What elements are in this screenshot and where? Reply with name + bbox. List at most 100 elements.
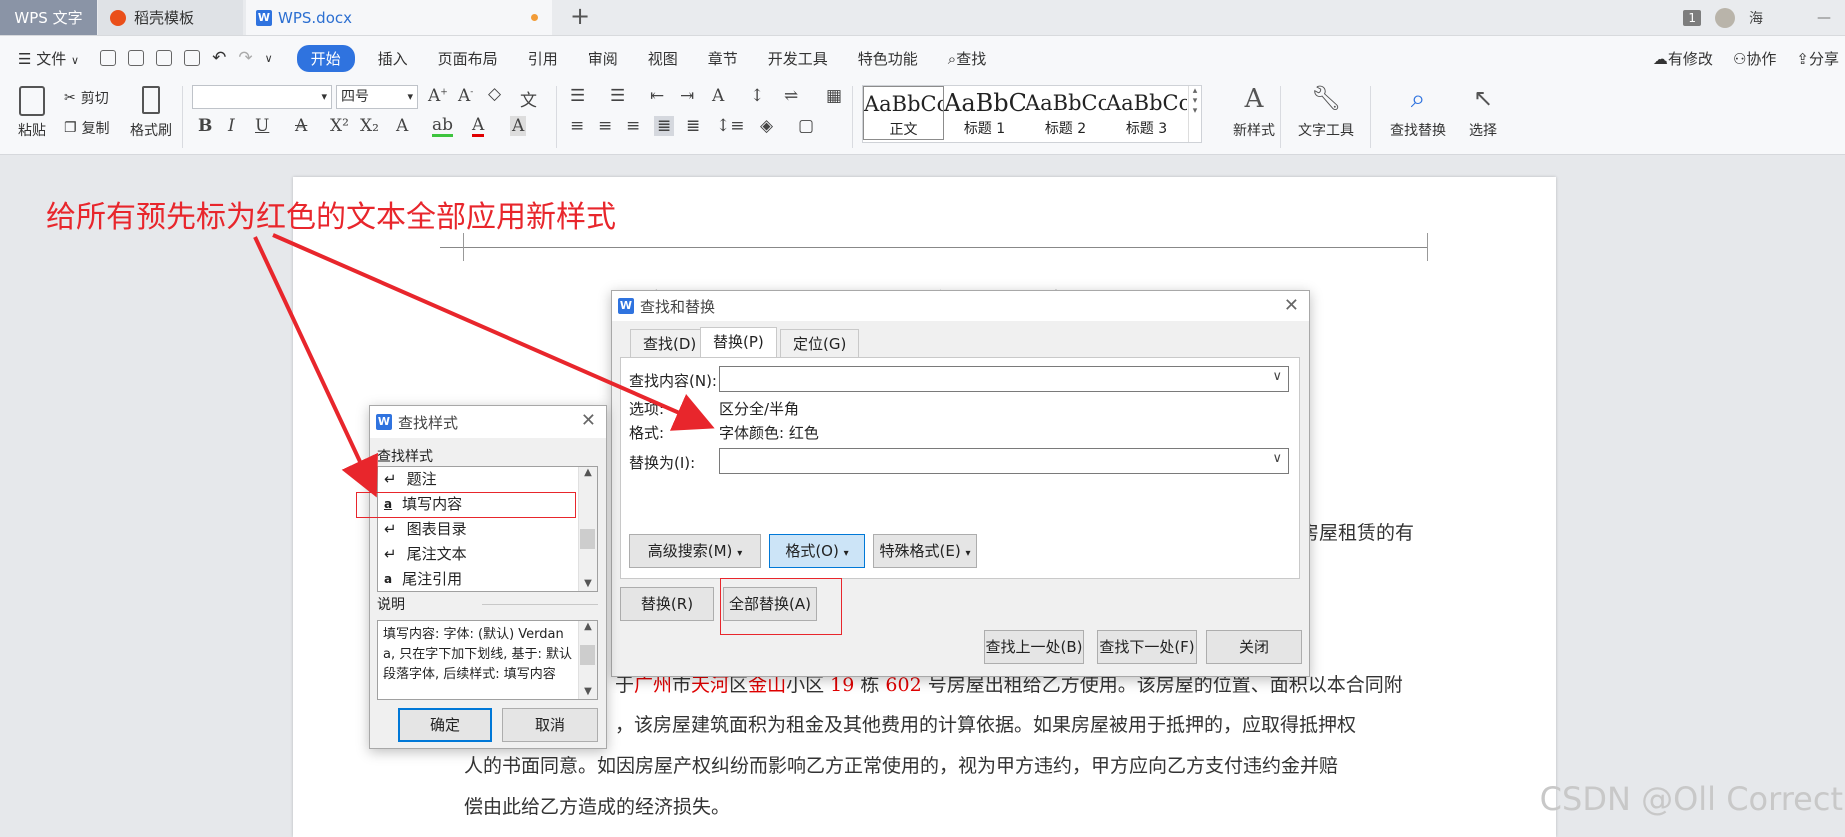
highlight-icon[interactable]: ab	[432, 116, 454, 137]
tab-references[interactable]: 引用	[513, 48, 573, 69]
tab-chapter[interactable]: 章节	[693, 48, 753, 69]
ok-button[interactable]: 确定	[398, 708, 492, 742]
tab-find[interactable]: 查找(D)	[630, 329, 710, 358]
style-heading-2[interactable]: AaBbCc 标题 2	[1025, 86, 1106, 142]
print-icon[interactable]	[156, 50, 173, 66]
search-command[interactable]: ⌕查找	[933, 48, 1001, 69]
line-spacing-icon[interactable]: ↕≡	[716, 116, 745, 136]
font-color-icon[interactable]: A	[472, 116, 485, 137]
justify-icon[interactable]: ≣	[654, 116, 675, 136]
font-size-select[interactable]: 四号 ▾	[336, 85, 418, 109]
find-replace-button[interactable]: ⌕ 查找替换	[1380, 84, 1456, 140]
paragraph-shading-icon[interactable]: ◈	[760, 116, 773, 136]
style-heading-3[interactable]: AaBbCc 标题 3	[1106, 86, 1187, 142]
new-tab-button[interactable]: +	[570, 2, 590, 30]
tab-home[interactable]: 开始	[296, 44, 355, 72]
print-preview-icon[interactable]	[184, 50, 201, 66]
align-center-icon[interactable]: ≡	[598, 116, 612, 136]
italic-icon[interactable]: I	[228, 116, 235, 136]
customize-chevron-icon[interactable]: ∨	[265, 52, 273, 65]
numbered-list-icon[interactable]: ☰	[610, 86, 625, 106]
user-name[interactable]: 海	[1749, 8, 1763, 28]
tab-developer[interactable]: 开发工具	[753, 48, 843, 69]
close-icon[interactable]: ✕	[581, 410, 596, 431]
line-break-icon[interactable]: ⇌	[784, 86, 798, 106]
format-painter-button[interactable]: 格式刷	[126, 86, 176, 140]
text-tools-button[interactable]: 🔧︎ 文字工具	[1290, 84, 1362, 140]
grow-font-icon[interactable]: A+	[428, 86, 448, 106]
chevron-down-icon[interactable]: ∨	[1272, 369, 1282, 384]
underline-icon[interactable]: U	[255, 116, 269, 136]
close-button[interactable]: 关闭	[1206, 630, 1302, 664]
superscript-icon[interactable]: X²	[330, 116, 349, 136]
scroll-down-icon[interactable]: ▼	[579, 686, 597, 697]
tab-goto[interactable]: 定位(G)	[780, 329, 860, 358]
style-gallery-scroll[interactable]: ▴ ▾ ▾	[1188, 86, 1201, 142]
save-icon[interactable]	[100, 50, 117, 66]
tab-daoke-templates[interactable]: 稻壳模板	[98, 0, 243, 35]
body-line-fragment[interactable]: 房屋租赁的有	[1300, 518, 1414, 545]
char-shading-icon[interactable]: A	[510, 116, 527, 136]
window-count-badge[interactable]: 1	[1683, 9, 1701, 26]
copy-button[interactable]: ❐ 复制	[64, 118, 110, 138]
tab-page-layout[interactable]: 页面布局	[423, 48, 513, 69]
revision-button[interactable]: ☁有修改	[1653, 48, 1713, 69]
special-format-button[interactable]: 特殊格式(E) ▾	[873, 534, 977, 568]
phonetic-icon[interactable]: 文	[520, 86, 537, 111]
scroll-down-icon[interactable]: ▼	[579, 578, 597, 589]
advanced-search-button[interactable]: 高级搜索(M) ▾	[629, 534, 761, 568]
body-line[interactable]: ，该房屋建筑面积为租金及其他费用的计算依据。如果房屋被用于抵押的，应取得抵押权	[615, 710, 1356, 737]
tab-view[interactable]: 视图	[633, 48, 693, 69]
scrollbar[interactable]: ▲ ▼	[578, 467, 597, 591]
table-border-icon[interactable]: ▦	[826, 86, 842, 106]
list-item[interactable]: ↵ 尾注文本	[378, 542, 597, 567]
body-line[interactable]: 人的书面同意。如因房屋产权纠纷而影响乙方正常使用的，视为甲方违约，甲方应向乙方支…	[464, 751, 1338, 778]
tab-insert[interactable]: 插入	[363, 48, 423, 69]
distribute-icon[interactable]: ≣	[686, 116, 700, 136]
scroll-up-icon[interactable]: ▲	[579, 467, 597, 478]
scroll-up-icon[interactable]: ▲	[579, 621, 597, 632]
chevron-down-icon[interactable]: ∨	[1272, 451, 1282, 466]
borders-icon[interactable]: ▢	[798, 116, 814, 136]
subscript-icon[interactable]: X₂	[360, 116, 379, 136]
list-item[interactable]: ↵ 图表目录	[378, 517, 597, 542]
clear-format-icon[interactable]: ◇	[488, 84, 501, 104]
scrollbar[interactable]: ▲ ▼	[578, 621, 597, 699]
minimize-button[interactable]: —	[1817, 10, 1831, 26]
share-button[interactable]: ⇪分享	[1796, 48, 1839, 69]
body-line[interactable]: 偿由此给乙方造成的经济损失。	[464, 792, 730, 819]
tab-review[interactable]: 审阅	[573, 48, 633, 69]
shrink-font-icon[interactable]: A-	[458, 86, 473, 106]
decrease-indent-icon[interactable]: ⇤	[650, 86, 664, 106]
style-normal[interactable]: AaBbCcDd 正文	[863, 86, 944, 140]
replace-button[interactable]: 替换(R)	[620, 587, 714, 621]
dialog-title-bar[interactable]: W 查找样式 ✕	[370, 406, 606, 438]
list-item[interactable]: ↵ 题注	[378, 467, 597, 492]
undo-icon[interactable]: ↶	[212, 48, 226, 68]
scroll-thumb[interactable]	[580, 529, 595, 549]
tab-document[interactable]: W WPS.docx	[246, 0, 552, 35]
font-name-select[interactable]: ▾	[192, 85, 332, 109]
select-button[interactable]: ↖ 选择	[1460, 84, 1506, 140]
paste-button[interactable]: 粘贴	[12, 86, 52, 140]
avatar[interactable]	[1715, 7, 1735, 28]
text-direction-icon[interactable]: A	[712, 86, 724, 106]
tab-replace[interactable]: 替换(P)	[700, 327, 777, 358]
tab-wps-writer[interactable]: WPS 文字	[0, 0, 97, 35]
align-left-icon[interactable]: ≡	[570, 116, 584, 136]
scroll-thumb[interactable]	[580, 645, 595, 665]
replace-input[interactable]: ∨	[719, 448, 1289, 474]
find-previous-button[interactable]: 查找上一处(B)	[984, 630, 1084, 664]
cancel-button[interactable]: 取消	[502, 708, 598, 742]
collaborate-button[interactable]: ⚇协作	[1733, 48, 1776, 69]
style-list[interactable]: ↵ 题注 a 填写内容 ↵ 图表目录 ↵ 尾注文本 a 尾注引用 ▲ ▼	[377, 466, 598, 592]
style-heading-1[interactable]: AaBbC 标题 1	[944, 86, 1025, 142]
find-next-button[interactable]: 查找下一处(F)	[1097, 630, 1197, 664]
export-icon[interactable]	[128, 50, 145, 66]
new-style-button[interactable]: A 新样式	[1224, 84, 1284, 140]
file-menu[interactable]: ☰ 文件 ∨	[0, 48, 94, 69]
bold-icon[interactable]: B	[198, 116, 212, 136]
cut-button[interactable]: ✂ 剪切	[64, 88, 109, 108]
align-right-icon[interactable]: ≡	[626, 116, 640, 136]
list-item[interactable]: a 尾注引用	[378, 567, 597, 591]
